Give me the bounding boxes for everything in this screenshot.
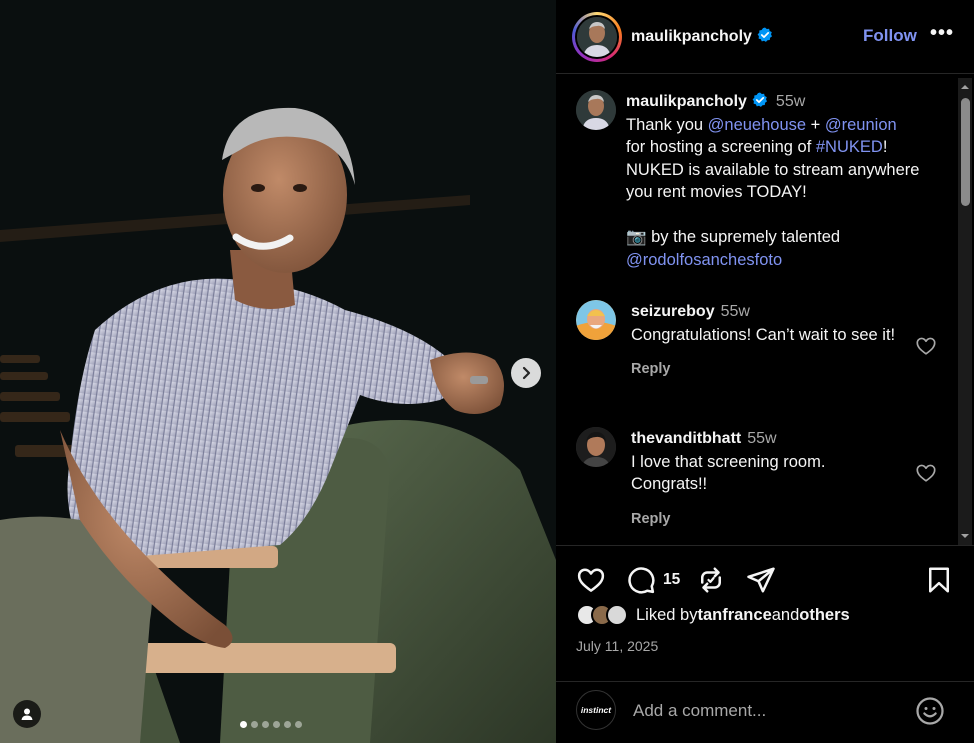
carousel-dot bbox=[284, 721, 291, 728]
author-avatar[interactable] bbox=[572, 11, 622, 62]
comments-list: maulikpancholy 55w Thank you @neuehouse … bbox=[556, 75, 974, 545]
carousel-dot bbox=[240, 721, 247, 728]
avatar-portrait bbox=[576, 427, 616, 467]
heart-icon[interactable] bbox=[915, 462, 937, 484]
avatar-portrait bbox=[576, 90, 616, 130]
comment-icon[interactable] bbox=[626, 565, 656, 595]
liked-by-text: and bbox=[771, 605, 800, 624]
follow-button[interactable]: Follow bbox=[863, 26, 917, 46]
camera-emoji: 📷 bbox=[626, 228, 647, 246]
hashtag-link[interactable]: #NUKED bbox=[816, 138, 883, 156]
bookmark-icon[interactable] bbox=[924, 565, 954, 595]
avatar-logo-text: instinct bbox=[580, 705, 612, 715]
carousel-dot bbox=[295, 721, 302, 728]
comment-input[interactable]: Add a comment... bbox=[633, 701, 766, 721]
more-icon: ••• bbox=[930, 22, 955, 44]
repost-icon[interactable] bbox=[696, 565, 726, 595]
avatar-portrait bbox=[577, 16, 617, 57]
comment-count: 15 bbox=[663, 571, 681, 588]
liked-by-others-link[interactable]: others bbox=[799, 606, 849, 625]
post-details-panel: maulikpancholy Follow ••• maulikpancholy bbox=[556, 0, 974, 743]
caption-text: Thank you @neuehouse + @reunion for host… bbox=[626, 114, 946, 272]
liked-by-text: Liked by bbox=[636, 605, 698, 624]
avatar bbox=[577, 16, 617, 57]
share-icon[interactable] bbox=[746, 565, 776, 595]
comment-time[interactable]: 55w bbox=[747, 430, 776, 447]
heart-icon[interactable] bbox=[915, 335, 937, 357]
comment-text: I love that screening room. Congrats!! bbox=[631, 452, 826, 494]
post-header: maulikpancholy Follow ••• bbox=[556, 0, 974, 74]
header-username[interactable]: maulikpancholy bbox=[631, 27, 773, 46]
post-photo bbox=[0, 0, 556, 743]
comment-composer: instinct Add a comment... bbox=[556, 681, 974, 743]
post-date[interactable]: July 11, 2025 bbox=[576, 638, 658, 654]
comment-username[interactable]: seizureboy bbox=[631, 303, 715, 320]
avatar bbox=[606, 604, 628, 626]
liked-by: Liked by tanfrance and others bbox=[576, 604, 850, 626]
heart-icon[interactable] bbox=[576, 565, 606, 595]
caption-time[interactable]: 55w bbox=[776, 93, 805, 110]
avatar[interactable] bbox=[576, 90, 616, 130]
reply-button[interactable]: Reply bbox=[631, 358, 901, 381]
post-caption: maulikpancholy 55w Thank you @neuehouse … bbox=[576, 90, 946, 271]
mention-link[interactable]: @reunion bbox=[825, 116, 897, 134]
scroll-up-icon[interactable] bbox=[960, 82, 970, 92]
liked-by-user-link[interactable]: tanfrance bbox=[697, 606, 771, 625]
comment-item: thevanditbhatt 55w I love that screening … bbox=[576, 427, 901, 530]
avatar-portrait bbox=[576, 300, 616, 340]
caption-username[interactable]: maulikpancholy bbox=[626, 93, 747, 110]
author-username[interactable]: maulikpancholy bbox=[631, 28, 752, 45]
verified-icon bbox=[752, 92, 767, 107]
caption-text-segment: NUKED is available to stream anywhere yo… bbox=[626, 160, 920, 202]
caption-text-segment: + bbox=[806, 115, 825, 134]
caption-text-segment: Thank you bbox=[626, 115, 708, 134]
mention-link[interactable]: @rodolfosanchesfoto bbox=[626, 251, 782, 269]
emoji-icon[interactable] bbox=[915, 696, 945, 726]
chevron-right-icon bbox=[522, 366, 531, 380]
avatar: instinct bbox=[576, 690, 616, 730]
comment-text: Congratulations! Can’t wait to see it! bbox=[631, 325, 896, 344]
reply-button[interactable]: Reply bbox=[631, 508, 901, 531]
comment-item: seizureboy 55w Congratulations! Can’t wai… bbox=[576, 300, 901, 381]
carousel-dot bbox=[262, 721, 269, 728]
caption-text-segment: by the supremely talented bbox=[646, 228, 841, 246]
more-options-button[interactable]: ••• bbox=[930, 22, 954, 45]
caption-text-segment: for hosting a screening of bbox=[626, 138, 816, 156]
photo-illustration bbox=[0, 0, 556, 743]
avatar[interactable] bbox=[576, 300, 616, 340]
liked-by-avatars[interactable] bbox=[576, 604, 632, 626]
carousel-dot bbox=[273, 721, 280, 728]
verified-icon bbox=[757, 27, 772, 42]
comments-scrollbar[interactable] bbox=[958, 78, 972, 545]
carousel-indicator bbox=[240, 721, 302, 728]
next-photo-button[interactable] bbox=[511, 358, 541, 388]
scroll-down-icon[interactable] bbox=[960, 531, 970, 541]
scrollbar-thumb[interactable] bbox=[961, 98, 970, 206]
mention-link[interactable]: @neuehouse bbox=[708, 116, 806, 134]
comment-username[interactable]: thevanditbhatt bbox=[631, 430, 741, 447]
post-actions: 15 Liked by tanfrance and others July 11… bbox=[556, 545, 974, 681]
caption-text-segment: ! bbox=[882, 138, 888, 156]
tagged-users-button[interactable] bbox=[13, 700, 41, 728]
user-tag-icon bbox=[21, 708, 33, 720]
carousel-dot bbox=[251, 721, 258, 728]
avatar[interactable] bbox=[576, 427, 616, 467]
comment-time[interactable]: 55w bbox=[721, 303, 750, 320]
